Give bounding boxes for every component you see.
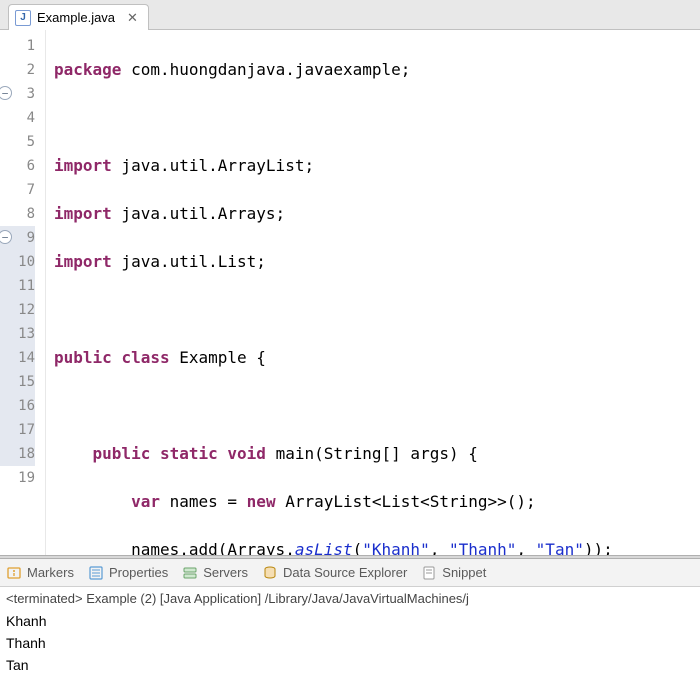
tab-bar: J Example.java ✕ xyxy=(0,0,700,30)
console-line: Thanh xyxy=(6,632,694,654)
gutter-line: 15 xyxy=(0,370,35,394)
gutter-line: 4 xyxy=(0,106,35,130)
code-editor[interactable]: 1 2 −3 4 5 6 7 8 −9 10 11 12 13 14 15 16… xyxy=(0,30,700,555)
gutter-line: 6 xyxy=(0,154,35,178)
line-gutter: 1 2 −3 4 5 6 7 8 −9 10 11 12 13 14 15 16… xyxy=(0,30,46,555)
console-output[interactable]: Khanh Thanh Tan xyxy=(6,610,694,676)
console-line: Tan xyxy=(6,654,694,676)
views-tab-bar: Markers Properties Servers Data Source E… xyxy=(0,559,700,587)
gutter-line: 8 xyxy=(0,202,35,226)
servers-icon xyxy=(182,565,198,581)
gutter-line: 2 xyxy=(0,58,35,82)
close-icon[interactable]: ✕ xyxy=(127,10,138,26)
java-file-icon: J xyxy=(15,10,31,26)
editor-container: J Example.java ✕ 1 2 −3 4 5 6 7 8 −9 10 … xyxy=(0,0,700,555)
gutter-line: 5 xyxy=(0,130,35,154)
view-tab-label: Properties xyxy=(109,565,168,580)
data-source-explorer-icon xyxy=(262,565,278,581)
gutter-line: 16 xyxy=(0,394,35,418)
tab-markers[interactable]: Markers xyxy=(6,565,74,581)
markers-icon xyxy=(6,565,22,581)
code-body[interactable]: package com.huongdanjava.javaexample; im… xyxy=(46,30,700,555)
tab-snippets[interactable]: Snippet xyxy=(421,565,486,581)
gutter-line: 7 xyxy=(0,178,35,202)
file-tab-example-java[interactable]: J Example.java ✕ xyxy=(8,4,149,30)
gutter-line: 14 xyxy=(0,346,35,370)
fold-collapse-icon[interactable]: − xyxy=(0,86,12,100)
gutter-line: 18 xyxy=(0,442,35,466)
gutter-line: 17 xyxy=(0,418,35,442)
gutter-line: 19 xyxy=(0,466,35,490)
console-status-line: <terminated> Example (2) [Java Applicati… xyxy=(6,591,694,606)
snippets-icon xyxy=(421,565,437,581)
view-tab-label: Servers xyxy=(203,565,248,580)
gutter-line: −9 xyxy=(0,226,35,250)
gutter-line: 1 xyxy=(0,34,35,58)
gutter-line: −3 xyxy=(0,82,35,106)
tab-data-source-explorer[interactable]: Data Source Explorer xyxy=(262,565,407,581)
gutter-line: 10 xyxy=(0,250,35,274)
properties-icon xyxy=(88,565,104,581)
gutter-line: 13 xyxy=(0,322,35,346)
tab-properties[interactable]: Properties xyxy=(88,565,168,581)
console-line: Khanh xyxy=(6,610,694,632)
tab-filename: Example.java xyxy=(37,10,115,25)
gutter-line: 11 xyxy=(0,274,35,298)
fold-collapse-icon[interactable]: − xyxy=(0,230,12,244)
console-panel: <terminated> Example (2) [Java Applicati… xyxy=(0,587,700,680)
tab-servers[interactable]: Servers xyxy=(182,565,248,581)
view-tab-label: Data Source Explorer xyxy=(283,565,407,580)
gutter-line: 12 xyxy=(0,298,35,322)
view-tab-label: Markers xyxy=(27,565,74,580)
view-tab-label: Snippet xyxy=(442,565,486,580)
